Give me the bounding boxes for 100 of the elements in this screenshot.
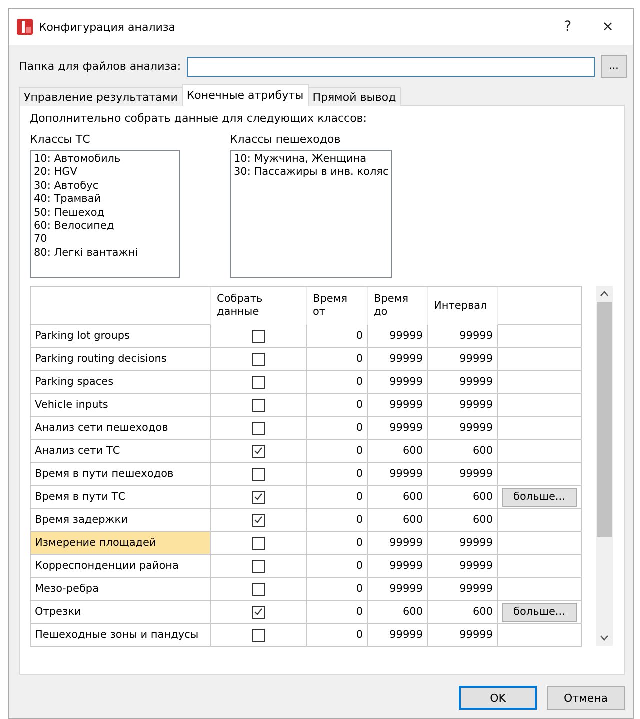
- table-cell: 99999: [428, 394, 498, 417]
- list-item[interactable]: 10: Автомобиль: [34, 153, 176, 166]
- row-name-cell[interactable]: Parking spaces: [31, 371, 211, 394]
- table-cell: 99999: [368, 371, 428, 394]
- folder-field[interactable]: [187, 56, 595, 76]
- table-cell: 600: [428, 601, 498, 624]
- table-cell: 99999: [368, 463, 428, 486]
- table-cell: 600: [428, 509, 498, 532]
- table-cell: 0: [307, 394, 368, 417]
- table-cell: 600: [428, 486, 498, 509]
- table-cell: 0: [307, 532, 368, 555]
- checkbox[interactable]: [252, 560, 265, 572]
- row-name-cell[interactable]: Vehicle inputs: [31, 394, 211, 417]
- row-name-cell[interactable]: Мезо-ребра: [31, 578, 211, 601]
- table-cell: 99999: [428, 371, 498, 394]
- checkbox[interactable]: [252, 330, 265, 342]
- table-cell: 0: [307, 486, 368, 509]
- window-title: Конфигурация анализа: [39, 20, 176, 34]
- list-item[interactable]: 40: Трамвай: [34, 193, 176, 207]
- tab[interactable]: Прямой вывод: [308, 87, 402, 106]
- checkbox[interactable]: [252, 536, 265, 550]
- table-cell: 99999: [428, 325, 498, 348]
- table-cell: 99999: [368, 578, 428, 601]
- table-cell: 0: [307, 371, 368, 394]
- list-item[interactable]: 30: Пассажиры в инв. коляс: [234, 166, 388, 180]
- row-name-cell[interactable]: Parking lot groups: [31, 325, 211, 348]
- table-cell: 99999: [428, 463, 498, 486]
- table-cell: 99999: [428, 578, 498, 601]
- table-cell: 0: [307, 440, 368, 463]
- row-name-cell[interactable]: Время задержки: [31, 509, 211, 532]
- row-name-cell[interactable]: Parking routing decisions: [31, 348, 211, 371]
- table-cell: 0: [307, 578, 368, 601]
- table-cell: 99999: [428, 417, 498, 440]
- cancel-button[interactable]: Отмена: [547, 686, 625, 710]
- scrollbar[interactable]: [596, 286, 613, 646]
- table-cell: 0: [307, 509, 368, 532]
- table-cell: 99999: [368, 325, 428, 348]
- table-cell: 600: [368, 601, 428, 624]
- ok-button[interactable]: OK: [459, 686, 537, 710]
- list-item[interactable]: 30: Автобус: [34, 180, 176, 194]
- list-item[interactable]: 70: [34, 233, 176, 247]
- more-button[interactable]: больше...: [502, 602, 577, 622]
- more-button[interactable]: больше...: [502, 488, 577, 506]
- table-cell: 99999: [368, 394, 428, 417]
- scroll-down-icon[interactable]: [600, 635, 609, 641]
- table-cell: 0: [307, 463, 368, 486]
- checkbox[interactable]: [252, 444, 265, 458]
- table-cell: 0: [307, 601, 368, 624]
- checkbox[interactable]: [252, 352, 265, 366]
- table-cell: 0: [307, 325, 368, 348]
- checkbox[interactable]: [252, 514, 265, 526]
- checkbox[interactable]: [252, 582, 265, 596]
- checkbox[interactable]: [252, 398, 265, 412]
- table-cell: 600: [428, 440, 498, 463]
- help-button[interactable]: ?: [551, 12, 585, 42]
- table-cell: 600: [368, 486, 428, 509]
- table-cell: 99999: [368, 624, 428, 647]
- list-item[interactable]: 80: Легкі вантажні: [34, 246, 176, 260]
- class-list[interactable]: 10: Мужчина, Женщина 30: Пассажиры в инв. коляс: [230, 150, 392, 278]
- list-item[interactable]: 10: Мужчина, Женщина: [234, 153, 388, 166]
- checkbox[interactable]: [252, 606, 265, 618]
- row-name-cell[interactable]: Отрезки: [31, 601, 211, 624]
- class-list[interactable]: 10: Автомобиль 20: HGV 30: Автобус 40: Трамвай 50: Пешеход 60: Велосипед 70 80: Легкі вантажні: [30, 150, 180, 278]
- browse-button[interactable]: ...: [601, 55, 627, 78]
- checkbox[interactable]: [252, 468, 265, 480]
- folder-label: Папка для файлов анализа:: [19, 60, 182, 73]
- list-item[interactable]: 50: Пешеход: [34, 206, 176, 220]
- table-cell: 99999: [428, 348, 498, 371]
- table-cell: 0: [307, 417, 368, 440]
- tab[interactable]: Управление результатами: [19, 87, 183, 106]
- table-cell: 0: [307, 555, 368, 578]
- checkbox[interactable]: [252, 422, 265, 434]
- list-label: Классы ТС: [30, 133, 92, 146]
- table-cell: 600: [368, 440, 428, 463]
- table-cell: 99999: [368, 348, 428, 371]
- row-name-cell[interactable]: Анализ сети ТС: [31, 440, 211, 463]
- table-cell: 600: [368, 509, 428, 532]
- intro-text: Дополнительно собрать данные для следующих классов:: [30, 112, 368, 125]
- list-item[interactable]: 20: HGV: [34, 166, 176, 180]
- scroll-up-icon[interactable]: [600, 291, 609, 297]
- list-item[interactable]: 60: Велосипед: [34, 220, 176, 234]
- row-name-cell[interactable]: Корреспонденции района: [31, 555, 211, 578]
- list-label: Классы пешеходов: [230, 133, 342, 146]
- close-button[interactable]: ×: [591, 12, 625, 42]
- checkbox[interactable]: [252, 376, 265, 388]
- tab[interactable]: Конечные атрибуты: [182, 84, 309, 106]
- app-logo-icon: [17, 19, 33, 35]
- checkbox[interactable]: [252, 628, 265, 642]
- table-cell: 99999: [428, 624, 498, 647]
- table-cell: 99999: [428, 532, 498, 555]
- table-cell: 99999: [368, 532, 428, 555]
- row-name-cell[interactable]: Время в пути ТС: [31, 486, 211, 509]
- row-name-cell[interactable]: Пешеходные зоны и пандусы: [31, 624, 211, 647]
- table-cell: 0: [307, 624, 368, 647]
- row-name-cell[interactable]: Анализ сети пешеходов: [31, 417, 211, 440]
- row-name-cell[interactable]: Время в пути пешеходов: [31, 463, 211, 486]
- row-name-cell[interactable]: Измерение площадей: [31, 532, 211, 555]
- table-cell: 99999: [368, 555, 428, 578]
- table-cell: 99999: [368, 417, 428, 440]
- checkbox[interactable]: [252, 490, 265, 504]
